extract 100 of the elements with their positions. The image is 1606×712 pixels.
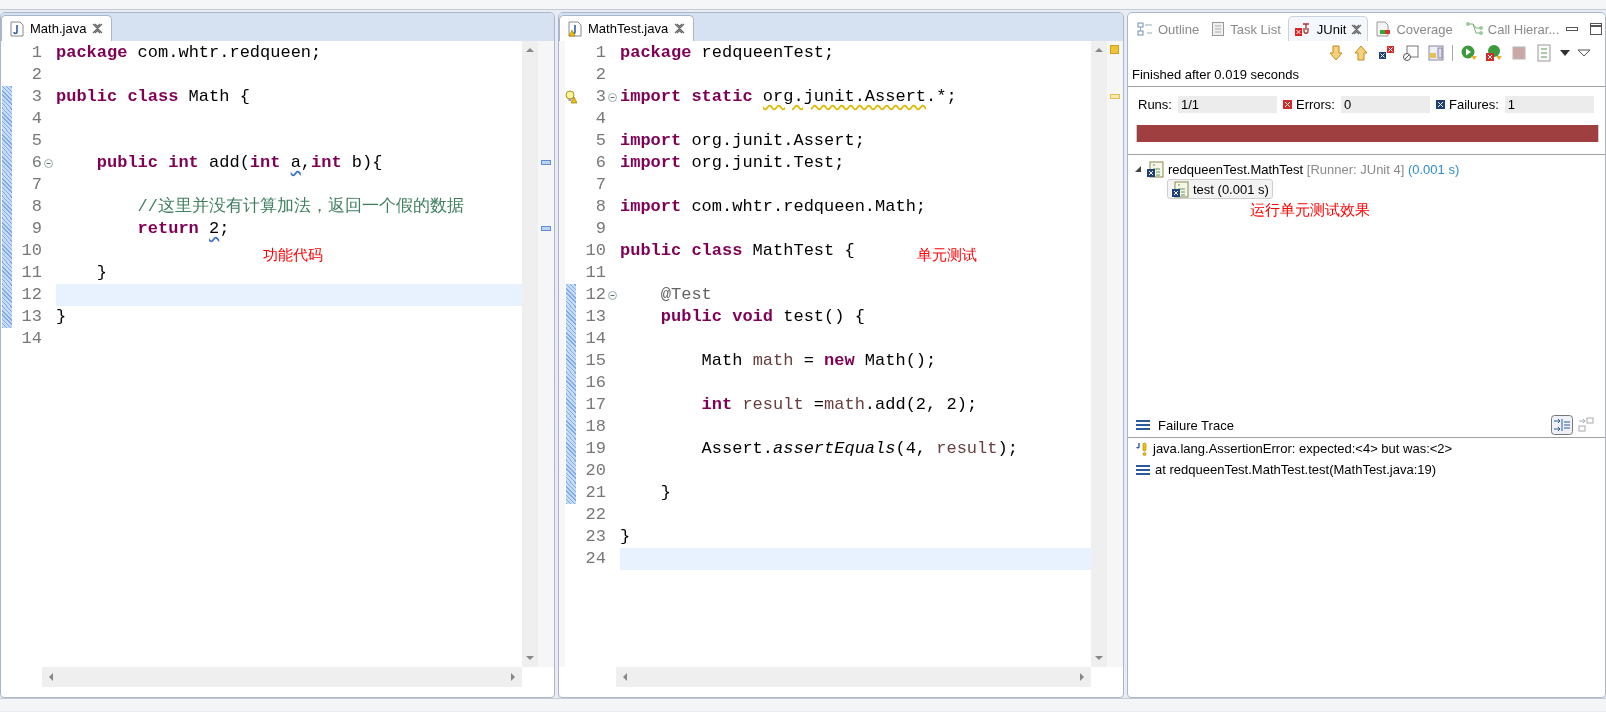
line-number: 5 xyxy=(30,130,42,152)
code-line: public class Math { xyxy=(56,86,250,108)
scroll-right-icon[interactable] xyxy=(1080,673,1085,681)
ruler-mark[interactable] xyxy=(541,226,551,231)
horizontal-scrollbar[interactable] xyxy=(616,667,1091,687)
code-line: public int add(int a,int b){ xyxy=(95,152,383,174)
tree-item[interactable]: test (0.001 s) xyxy=(1167,179,1273,199)
line-number: 18 xyxy=(584,416,606,438)
scroll-left-icon[interactable] xyxy=(48,673,53,681)
line-number: 9 xyxy=(30,218,42,240)
scroll-down-icon[interactable] xyxy=(526,656,534,661)
collapse-fold-icon[interactable] xyxy=(43,158,53,168)
vertical-scrollbar[interactable] xyxy=(522,41,538,667)
collapse-fold-icon[interactable] xyxy=(607,290,617,300)
line-number: 6 xyxy=(594,152,606,174)
scroll-left-icon[interactable] xyxy=(622,673,627,681)
failure-icon xyxy=(1435,100,1445,109)
close-icon[interactable] xyxy=(92,23,104,34)
editor-tab[interactable]: Math.java xyxy=(1,15,113,41)
line-number: 23 xyxy=(584,526,606,548)
line-number: 21 xyxy=(584,482,606,504)
line-number: 20 xyxy=(584,460,606,482)
line-number: 1 xyxy=(30,42,42,64)
counter-label: Errors: xyxy=(1295,97,1335,112)
view-tab[interactable]: Task List xyxy=(1206,17,1286,41)
java-file-icon xyxy=(568,20,582,37)
test-suite-icon xyxy=(1171,180,1189,198)
code-line: } xyxy=(95,262,107,284)
line-number: 14 xyxy=(584,328,606,350)
line-number: 11 xyxy=(20,262,42,284)
line-number: 4 xyxy=(594,108,606,130)
scroll-lock-icon[interactable] xyxy=(1402,44,1420,62)
code-line: Assert.assertEquals(4, result); xyxy=(700,438,1018,460)
outline-icon xyxy=(1137,21,1153,37)
minimize-icon[interactable] xyxy=(1566,27,1579,31)
line-number: 8 xyxy=(594,196,606,218)
compare-icon[interactable] xyxy=(1577,416,1595,434)
ruler-mark[interactable] xyxy=(541,160,551,165)
stack-trace-icon xyxy=(1136,419,1150,431)
code-line: //这里并没有计算加法，返回一个假的数据 xyxy=(136,196,465,218)
code-line: @Test xyxy=(659,284,712,306)
line-number: 7 xyxy=(30,174,42,196)
counter-value: 1 xyxy=(1504,96,1594,113)
counter-value: 0 xyxy=(1340,96,1430,113)
scroll-down-icon[interactable] xyxy=(1095,656,1103,661)
annotation-note: 运行单元测试效果 xyxy=(1249,201,1371,220)
line-number: 12 xyxy=(584,284,606,306)
annotation-note: 单元测试 xyxy=(917,246,977,265)
trace-line[interactable]: java.lang.AssertionError: expected:<4> but was:<2> xyxy=(1128,438,1605,459)
warning-bulb-icon[interactable] xyxy=(565,90,577,104)
code-line: } xyxy=(620,526,631,548)
filter-stack-icon[interactable] xyxy=(1551,415,1573,435)
rerun-icon[interactable] xyxy=(1460,44,1478,62)
close-icon[interactable] xyxy=(1351,23,1363,35)
failures-only-icon[interactable] xyxy=(1377,44,1395,62)
code-line: return 2; xyxy=(136,218,230,240)
test-suite-icon xyxy=(1146,160,1164,178)
line-number: 13 xyxy=(20,306,42,328)
line-number: 15 xyxy=(584,350,606,372)
trace-line[interactable]: at redqueenTest.MathTest.test(MathTest.java:19) xyxy=(1128,459,1605,480)
line-number: 2 xyxy=(594,64,606,86)
view-menu-icon[interactable] xyxy=(1577,49,1591,57)
view-tab[interactable]: Call Hierar... xyxy=(1459,17,1565,41)
maximize-icon[interactable] xyxy=(1590,23,1603,35)
horizontal-scrollbar[interactable] xyxy=(42,667,522,687)
line-number: 11 xyxy=(584,262,606,284)
dropdown-caret-icon[interactable] xyxy=(1560,50,1570,56)
code-line: package com.whtr.redqueen; xyxy=(56,42,322,64)
stop-icon[interactable] xyxy=(1510,44,1528,62)
java-file-icon xyxy=(10,20,24,37)
view-tab[interactable]: Coverage xyxy=(1370,17,1458,41)
rerun-failed-icon[interactable] xyxy=(1485,44,1503,62)
arrow-up-icon[interactable] xyxy=(1352,44,1370,62)
line-number: 22 xyxy=(584,504,606,526)
collapse-fold-icon[interactable] xyxy=(607,92,617,102)
line-number: 3 xyxy=(30,86,42,108)
junit-icon xyxy=(1293,21,1312,37)
view-tab[interactable]: JUnit xyxy=(1287,16,1369,41)
layout-icon[interactable] xyxy=(1535,44,1553,62)
scroll-right-icon[interactable] xyxy=(511,673,516,681)
scroll-up-icon[interactable] xyxy=(526,47,534,52)
close-icon[interactable] xyxy=(674,23,686,34)
line-number: 7 xyxy=(594,174,606,196)
tree-item[interactable]: redqueenTest.MathTest [Runner: JUnit 4] (0.001 s) xyxy=(1134,159,1605,179)
line-number: 9 xyxy=(594,218,606,240)
line-number: 24 xyxy=(584,548,606,570)
editor-tab[interactable]: MathTest.java xyxy=(559,15,695,41)
code-line: public class MathTest { xyxy=(620,240,855,262)
code-line: int result =math.add(2, 2); xyxy=(700,394,978,416)
code-line: } xyxy=(659,482,671,504)
arrow-down-icon[interactable] xyxy=(1327,44,1345,62)
status-text: Finished after 0.019 seconds xyxy=(1128,65,1605,87)
hierarchy-icon xyxy=(1464,21,1483,37)
line-number: 1 xyxy=(594,42,606,64)
scroll-up-icon[interactable] xyxy=(1095,47,1103,52)
line-number: 5 xyxy=(594,130,606,152)
history-icon[interactable] xyxy=(1427,44,1445,62)
vertical-scrollbar[interactable] xyxy=(1091,41,1107,667)
view-tab[interactable]: Outline xyxy=(1132,17,1205,41)
expand-arrow-icon[interactable] xyxy=(1134,165,1142,173)
